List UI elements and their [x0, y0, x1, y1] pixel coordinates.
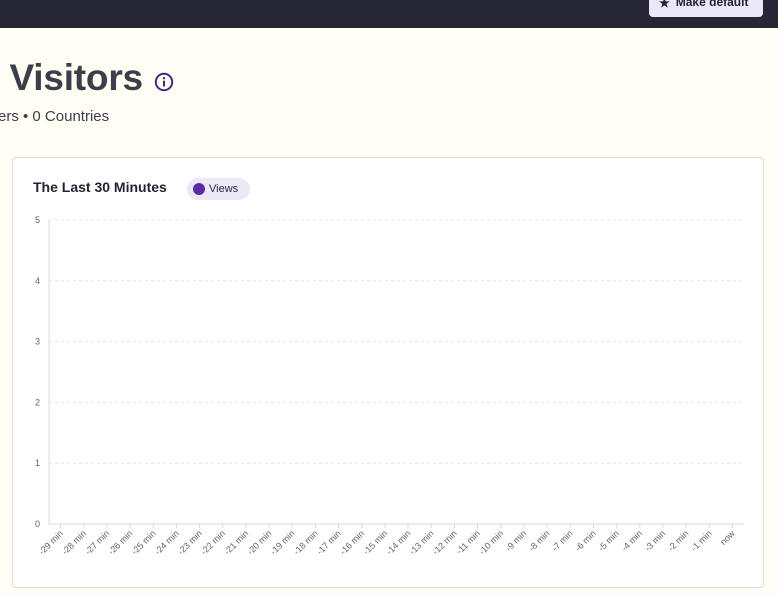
x-tick-label: -13 min: [407, 528, 435, 556]
x-tick-label: -19 min: [268, 528, 296, 556]
x-tick-label: -26 min: [106, 528, 134, 556]
x-tick-label: -9 min: [504, 528, 529, 553]
x-tick-label: -3 min: [643, 528, 668, 553]
x-tick-label: -2 min: [666, 528, 691, 553]
y-tick-label: 2: [35, 397, 40, 407]
y-tick-label: 4: [35, 276, 40, 286]
y-tick-label: 3: [35, 337, 40, 347]
x-tick-label: -28 min: [60, 528, 88, 556]
x-tick-label: -22 min: [199, 528, 227, 556]
x-tick-label: -11 min: [454, 528, 482, 556]
x-tick-label: -18 min: [292, 528, 320, 556]
chart-card: The Last 30 Minutes Views 0 1 2 3 4 5 -29 min -…: [12, 157, 764, 588]
page-title: e Visitors: [0, 57, 143, 98]
x-tick-label: -8 min: [527, 528, 552, 553]
x-tick-label: -14 min: [384, 528, 412, 556]
x-tick-label: -5 min: [596, 528, 621, 553]
info-icon[interactable]: [154, 72, 174, 92]
x-tick-label: -1 min: [689, 528, 714, 553]
x-tick-label: -12 min: [431, 528, 459, 556]
y-tick-label: 1: [35, 458, 40, 468]
x-tick-label: -4 min: [619, 528, 644, 553]
make-default-label: Make default: [675, 0, 749, 9]
x-tick-label: -23 min: [176, 528, 204, 556]
x-tick-label: -16 min: [338, 528, 366, 556]
x-tick-label: -15 min: [361, 528, 389, 556]
x-tick-label: -29 min: [37, 528, 65, 556]
x-tick-label: now: [718, 528, 737, 547]
x-tick-label: -6 min: [573, 528, 598, 553]
page-subtitle: rrers • 0 Countries: [0, 108, 110, 125]
x-tick-label: -10 min: [477, 528, 505, 556]
x-tick-label: -21 min: [222, 528, 250, 556]
x-tick-label: -24 min: [153, 528, 181, 556]
star-icon: ★: [659, 0, 670, 10]
x-tick-label: -27 min: [83, 528, 111, 556]
x-tick-label: -7 min: [550, 528, 575, 553]
x-tick-label: -17 min: [315, 528, 343, 556]
make-default-button[interactable]: ★ Make default: [649, 0, 763, 17]
x-tick-label: -25 min: [129, 528, 157, 556]
chart-plot: 0 1 2 3 4 5 -29 min-28 min-27 min-26 min-25 mi…: [35, 215, 744, 557]
x-tick-label: -20 min: [245, 528, 273, 556]
y-tick-label: 0: [35, 519, 40, 529]
y-tick-label: 5: [35, 215, 40, 225]
